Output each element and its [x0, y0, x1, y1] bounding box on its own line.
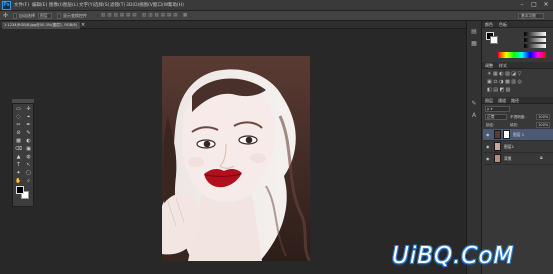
color-spectrum-bar[interactable]	[498, 52, 546, 58]
crop-tool-icon[interactable]: ✂	[14, 122, 23, 128]
path-select-tool-icon[interactable]: ↖	[24, 162, 33, 168]
visibility-eye-icon[interactable]: ◉	[486, 156, 491, 161]
dodge-tool-icon[interactable]: ◍	[24, 154, 33, 160]
color-slider-g[interactable]	[524, 38, 546, 42]
menu-select[interactable]: 选择(S)	[94, 2, 109, 9]
zoom-tool-icon[interactable]: ⌕	[24, 178, 33, 184]
auto-select-label: 自动选择	[19, 13, 35, 18]
lock-icon: 🔒︎	[540, 155, 543, 161]
eyedropper-tool-icon[interactable]: ✒	[24, 122, 33, 128]
pen-tool-icon[interactable]: ✦	[14, 170, 23, 176]
move-tool-icon[interactable]: ✢	[3, 13, 8, 19]
site-watermark: UiBQ.CoM	[392, 243, 515, 269]
tab-adjustments[interactable]: 调整	[485, 62, 493, 69]
menu-edit[interactable]: 编辑(E)	[32, 2, 47, 9]
photoshop-logo: Ps	[2, 1, 11, 10]
auto-select-checkbox[interactable]	[13, 13, 17, 19]
menu-type[interactable]: 文字(Y)	[79, 2, 94, 9]
close-window-button[interactable]: ✕	[541, 1, 551, 9]
properties-panel-icon[interactable]: ▦	[469, 40, 479, 48]
eraser-tool-icon[interactable]: ⌫	[14, 146, 23, 152]
layer-dropdown[interactable]: 图层	[38, 13, 52, 19]
show-transform-label: 显示变换控件	[63, 13, 87, 18]
brush-tool-icon[interactable]: ✎	[24, 130, 33, 136]
color-bg-chip[interactable]	[490, 36, 498, 44]
hand-tool-icon[interactable]: ✋	[14, 178, 23, 184]
minimize-button[interactable]: –	[517, 1, 527, 9]
type-tool-icon[interactable]: T	[14, 162, 23, 168]
fill-field[interactable]: 100%	[536, 122, 550, 128]
close-tab-icon[interactable]: ×	[81, 22, 86, 29]
layer-name[interactable]: 图层1	[504, 144, 514, 150]
move-tool-icon-2[interactable]: ✢	[24, 106, 33, 112]
fill-label: 填充:	[510, 123, 519, 127]
layer-name[interactable]: 背景	[504, 156, 512, 162]
tab-channels[interactable]: 通道	[498, 97, 506, 104]
layer-name[interactable]: 图层 1	[513, 132, 524, 138]
layer-thumbnail	[494, 142, 501, 151]
menu-image[interactable]: 图像(I)	[49, 2, 63, 9]
workspace-dropdown[interactable]: 基本功能	[518, 13, 544, 19]
blur-tool-icon[interactable]: ▲	[14, 154, 23, 160]
menu-layer[interactable]: 图层(L)	[63, 2, 78, 9]
adjustment-icons-row-3[interactable]: ◧▤◩▧	[487, 87, 547, 93]
quick-select-tool-icon[interactable]: ⌖	[24, 114, 33, 120]
menu-file[interactable]: 文件(F)	[14, 2, 29, 9]
shape-tool-icon[interactable]: ▢	[24, 170, 33, 176]
blend-mode-dropdown[interactable]: 正常	[485, 114, 507, 120]
visibility-eye-icon[interactable]: ◉	[486, 132, 491, 137]
document-image[interactable]	[162, 56, 310, 261]
lock-label: 锁定:	[486, 123, 495, 127]
brush-panel-icon[interactable]: ✎	[469, 100, 479, 108]
align-icons[interactable]: ▥▥▥▤▤▤ ▥▥▥▤▤▤ ▦	[101, 13, 189, 19]
color-slider-r[interactable]	[524, 32, 546, 36]
healing-tool-icon[interactable]: ⊘	[14, 130, 23, 136]
menu-3d[interactable]: 3D(D)	[126, 2, 139, 9]
lasso-tool-icon[interactable]: ◌	[14, 114, 23, 120]
tab-layers[interactable]: 图层	[485, 97, 493, 104]
show-transform-checkbox[interactable]	[57, 13, 61, 19]
gradient-tool-icon[interactable]: ▣	[24, 146, 33, 152]
opacity-label: 不透明度:	[510, 115, 526, 119]
adjustment-icons-row-2[interactable]: ▣⚖◑▩▥◎	[487, 79, 547, 85]
marquee-tool-icon[interactable]: ▭	[14, 106, 23, 112]
visibility-eye-icon[interactable]: ◉	[486, 144, 491, 149]
opacity-field[interactable]: 100%	[536, 114, 550, 120]
tab-color[interactable]: 颜色	[485, 21, 493, 28]
maximize-button[interactable]: □	[529, 1, 539, 9]
tab-styles[interactable]: 样式	[499, 62, 507, 69]
layer-thumbnail	[494, 154, 501, 163]
color-slider-b[interactable]	[524, 44, 546, 48]
document-tab[interactable]: 1·1234(RGB/8)jpg@50.3%(图层1, RGB/8)	[2, 22, 80, 29]
adjustment-icons-row-1[interactable]: ☀▦◐▨◪▽	[487, 71, 547, 77]
history-panel-icon[interactable]: ▤	[469, 28, 479, 36]
layer-mask-thumbnail[interactable]	[503, 130, 510, 139]
stamp-tool-icon[interactable]: ▩	[14, 138, 23, 144]
tab-swatches[interactable]: 色板	[499, 21, 507, 28]
layer-filter-dropdown[interactable]: ρ ▾	[485, 106, 510, 112]
tab-paths[interactable]: 路径	[511, 97, 519, 104]
panel-icon-strip	[466, 21, 482, 274]
menu-help[interactable]: 帮助(H)	[168, 2, 184, 9]
menu-filter[interactable]: 滤镜(T)	[110, 2, 125, 9]
layer-thumbnail	[494, 130, 501, 139]
character-panel-icon[interactable]: A	[469, 112, 479, 120]
history-brush-tool-icon[interactable]: ◐	[24, 138, 33, 144]
foreground-color-swatch[interactable]	[16, 186, 24, 194]
